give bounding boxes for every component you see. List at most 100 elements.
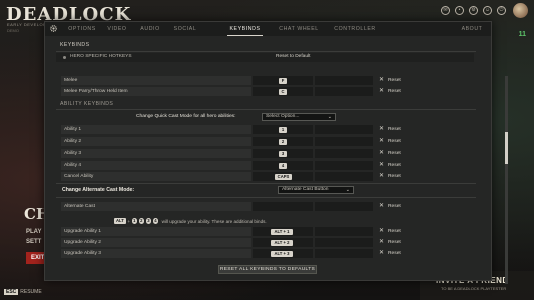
tab-controller[interactable]: CONTROLLER — [333, 22, 377, 36]
secondary-bind-slot[interactable] — [315, 149, 373, 158]
keybind-label: Upgrade Ability 2 — [61, 238, 251, 247]
secondary-bind-slot[interactable] — [315, 125, 373, 134]
secondary-bind-slot[interactable] — [315, 87, 373, 96]
settings-icon[interactable]: ⚙ — [469, 6, 478, 15]
key-cap: ALT + 3 — [271, 250, 293, 257]
primary-bind-slot[interactable]: ALT + 3 — [253, 249, 313, 258]
resume-hint[interactable]: ESC RESUME — [4, 289, 42, 295]
clear-icon[interactable]: ✕ — [379, 249, 384, 258]
reset-link[interactable]: Reset — [388, 202, 401, 211]
key-cap: F — [279, 77, 287, 84]
secondary-bind-slot[interactable] — [315, 137, 373, 146]
key-cap: C — [279, 88, 287, 95]
key-cap-2: 2 — [138, 218, 145, 224]
primary-bind-slot[interactable]: ALT + 1 — [253, 227, 313, 236]
primary-bind-slot[interactable] — [253, 202, 313, 211]
key-cap-3: 3 — [145, 218, 152, 224]
clear-icon[interactable]: ✕ — [379, 161, 384, 170]
alternate-cast-title: Change Alternate Cast Mode: — [62, 187, 135, 193]
invite-subtitle: TO BE A DEADLOCK PLAYTESTER — [441, 286, 507, 291]
tab-audio[interactable]: AUDIO — [135, 22, 165, 36]
keybind-row-alternate-cast: Alternate Cast ✕ Reset — [61, 202, 406, 211]
scrollbar-track[interactable] — [505, 76, 508, 284]
tab-bar: OPTIONS VIDEO AUDIO SOCIAL KEYBINDS CHAT… — [45, 22, 491, 36]
tab-about[interactable]: ABOUT — [459, 22, 485, 36]
reset-link[interactable]: Reset — [388, 149, 401, 158]
alternate-cast-select[interactable]: Alternate Cast Button ⌄ — [278, 186, 354, 194]
keybind-row-upgrade-2: Upgrade Ability 2 ALT + 2 ✕ Reset — [61, 238, 406, 247]
primary-bind-slot[interactable]: F — [253, 76, 313, 85]
key-cap: 2 — [279, 138, 287, 145]
clear-icon[interactable]: ✕ — [379, 238, 384, 247]
secondary-bind-slot[interactable] — [315, 238, 373, 247]
esc-key: ESC — [4, 289, 19, 295]
keybind-row-ability-3: Ability 3 3 ✕ Reset — [61, 149, 406, 158]
hero-specific-label: HERO SPECIFIC HOTKEYS — [70, 54, 132, 59]
clear-icon[interactable]: ✕ — [379, 227, 384, 236]
clear-icon[interactable]: ✕ — [379, 76, 384, 85]
clear-icon[interactable]: ✕ — [379, 137, 384, 146]
key-cap: CAPS — [275, 173, 292, 180]
key-cap: ALT + 2 — [271, 239, 293, 246]
logo-version: DEMO — [7, 28, 19, 33]
reset-link[interactable]: Reset — [388, 172, 401, 181]
online-counter: 11 — [518, 31, 526, 38]
keybind-row-ability-1: Ability 1 1 ✕ Reset — [61, 125, 406, 134]
mail-icon[interactable]: ✉ — [441, 6, 450, 15]
reset-link[interactable]: Reset — [388, 227, 401, 236]
keybind-label: Upgrade Ability 3 — [61, 249, 251, 258]
primary-bind-slot[interactable]: ALT + 2 — [253, 238, 313, 247]
reset-link[interactable]: Reset — [388, 249, 401, 258]
notification-icon[interactable]: • — [455, 6, 464, 15]
clear-icon[interactable]: ✕ — [379, 149, 384, 158]
secondary-bind-slot[interactable] — [315, 227, 373, 236]
reset-link[interactable]: Reset — [388, 125, 401, 134]
reset-link[interactable]: Reset — [388, 76, 401, 85]
tab-video[interactable]: VIDEO — [103, 22, 131, 36]
background-menu-play[interactable]: PLAY — [26, 229, 41, 235]
secondary-bind-slot[interactable] — [315, 76, 373, 85]
tab-chat-wheel[interactable]: CHAT WHEEL — [277, 22, 321, 36]
clear-icon[interactable]: ✕ — [379, 87, 384, 96]
background-menu-settings[interactable]: SETT — [26, 239, 41, 245]
scrollbar-thumb[interactable] — [505, 132, 508, 164]
hero-specific-toggle[interactable] — [63, 56, 66, 59]
power-icon[interactable]: ⏻ — [497, 6, 506, 15]
primary-bind-slot[interactable]: CAPS — [253, 172, 313, 181]
divider — [56, 109, 476, 110]
reset-link[interactable]: Reset — [388, 137, 401, 146]
primary-bind-slot[interactable]: 2 — [253, 137, 313, 146]
primary-bind-slot[interactable]: 4 — [253, 161, 313, 170]
keybind-label: Ability 1 — [61, 125, 251, 134]
reset-link[interactable]: Reset — [388, 238, 401, 247]
friends-icon[interactable]: ☺ — [483, 6, 492, 15]
secondary-bind-slot[interactable] — [315, 161, 373, 170]
secondary-bind-slot[interactable] — [315, 202, 373, 211]
tab-options[interactable]: OPTIONS — [65, 22, 99, 36]
reset-to-default-link[interactable]: Reset to Default — [276, 54, 310, 59]
resume-label: RESUME — [20, 289, 42, 295]
keybind-row-cancel-ability: Cancel Ability CAPS ✕ Reset — [61, 172, 406, 181]
primary-bind-slot[interactable]: 3 — [253, 149, 313, 158]
quick-cast-select[interactable]: Select Option... ⌄ — [262, 113, 336, 121]
keybind-row-upgrade-3: Upgrade Ability 3 ALT + 3 ✕ Reset — [61, 249, 406, 258]
key-cap: ALT + 1 — [271, 228, 293, 235]
clear-icon[interactable]: ✕ — [379, 202, 384, 211]
divider — [56, 183, 476, 184]
keybind-label: Cancel Ability — [61, 172, 251, 181]
clear-icon[interactable]: ✕ — [379, 125, 384, 134]
tab-keybinds[interactable]: KEYBINDS — [227, 22, 263, 36]
primary-bind-slot[interactable]: C — [253, 87, 313, 96]
avatar[interactable] — [513, 3, 528, 18]
key-cap: 4 — [279, 162, 287, 169]
reset-link[interactable]: Reset — [388, 87, 401, 96]
reset-link[interactable]: Reset — [388, 161, 401, 170]
secondary-bind-slot[interactable] — [315, 249, 373, 258]
secondary-bind-slot[interactable] — [315, 172, 373, 181]
ability-keybinds-header: ABILITY KEYBINDS — [60, 101, 114, 107]
upgrade-hint: ALT + 1 2 3 4 will upgrade your ability.… — [114, 217, 267, 225]
reset-all-keybinds-button[interactable]: RESET ALL KEYBINDS TO DEFAULTS — [218, 265, 317, 274]
primary-bind-slot[interactable]: 1 — [253, 125, 313, 134]
tab-social[interactable]: SOCIAL — [169, 22, 201, 36]
clear-icon[interactable]: ✕ — [379, 172, 384, 181]
